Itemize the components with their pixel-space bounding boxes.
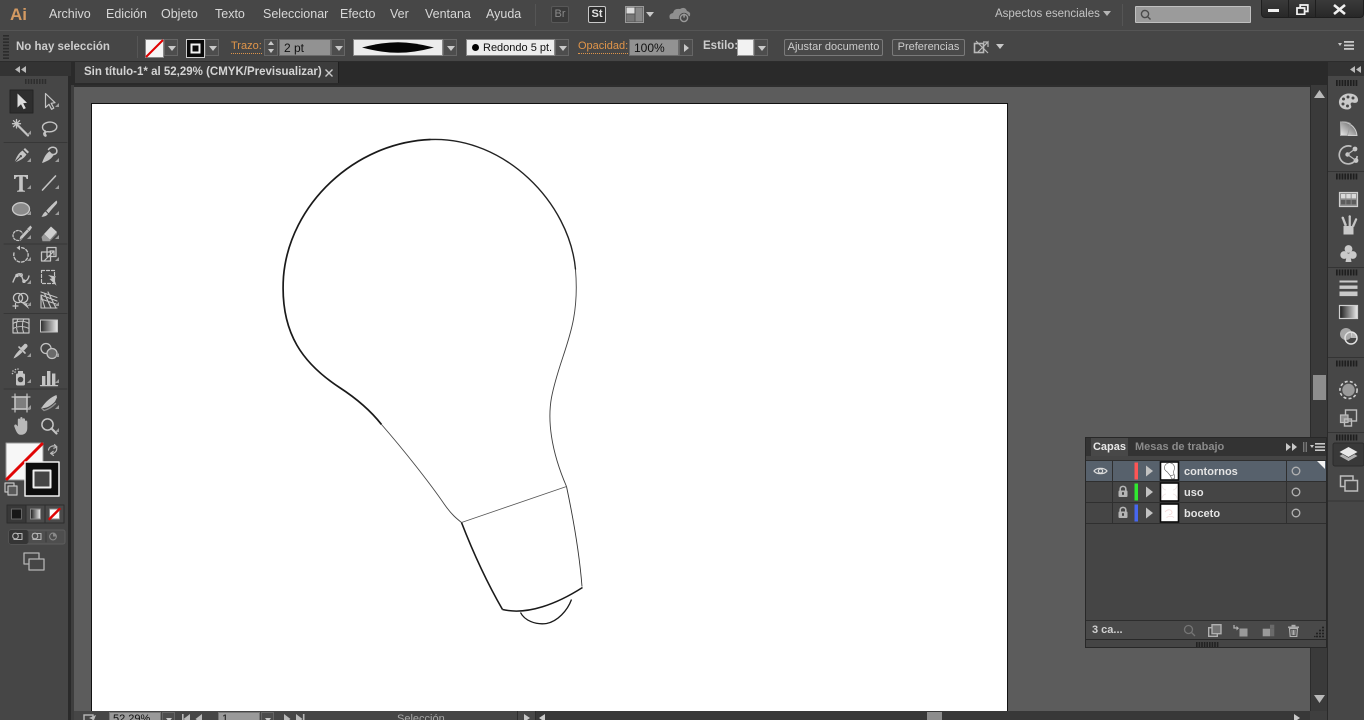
svg-text:boceto: boceto bbox=[1184, 508, 1220, 520]
svg-text:contornos: contornos bbox=[1184, 466, 1238, 478]
svg-text:uso: uso bbox=[1184, 487, 1204, 499]
